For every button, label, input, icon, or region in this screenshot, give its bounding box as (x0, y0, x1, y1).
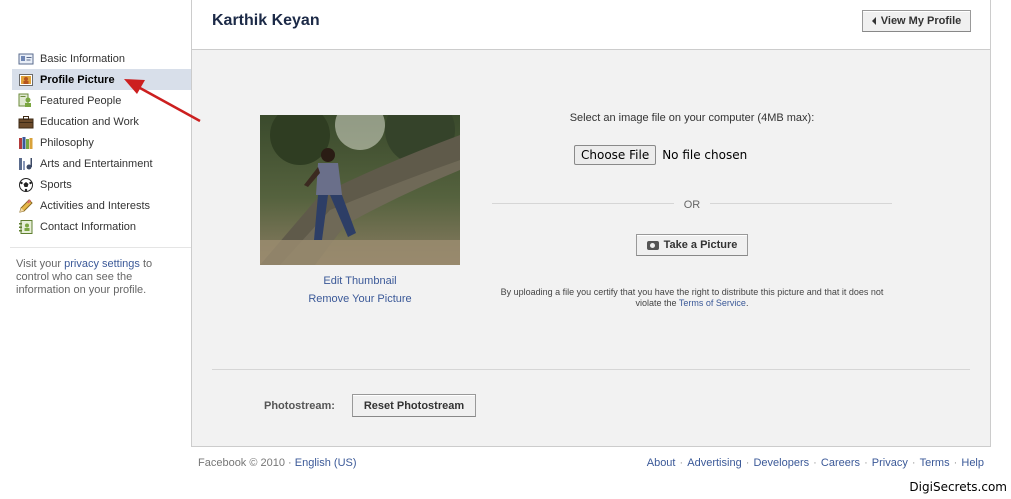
sidebar-item-label: Sports (40, 178, 72, 191)
profile-photo (260, 115, 460, 265)
or-divider-left (492, 203, 674, 204)
sidebar-item-contact-information[interactable]: Contact Information (10, 216, 191, 237)
sidebar-divider (10, 247, 191, 248)
take-picture-button[interactable]: Take a Picture (636, 234, 748, 256)
picture-icon (18, 72, 34, 88)
footer-link-terms[interactable]: Terms (920, 457, 950, 469)
terms-of-service-link[interactable]: Terms of Service (679, 298, 746, 308)
edit-thumbnail-link[interactable]: Edit Thumbnail (323, 275, 396, 287)
sidebar-item-label: Featured People (40, 94, 122, 107)
upload-instructions: Select an image file on your computer (4… (569, 112, 815, 124)
pencil-icon (18, 198, 34, 214)
footer-link-privacy[interactable]: Privacy (872, 457, 908, 469)
people-icon (18, 93, 34, 109)
sidebar-item-sports[interactable]: Sports (10, 174, 191, 195)
sidebar-item-basic-information[interactable]: Basic Information (10, 48, 191, 69)
page-title: Karthik Keyan (212, 12, 320, 29)
caret-left-icon (871, 17, 876, 25)
sidebar-item-label: Philosophy (40, 136, 94, 149)
sidebar-item-profile-picture[interactable]: Profile Picture (12, 69, 191, 90)
footer-link-developers[interactable]: Developers (753, 457, 809, 469)
sidebar-item-education-and-work[interactable]: Education and Work (10, 111, 191, 132)
camera-icon (646, 240, 659, 250)
sidebar-item-label: Activities and Interests (40, 199, 151, 212)
main-header: Karthik Keyan View My Profile (192, 0, 990, 50)
sidebar-item-label: Education and Work (40, 115, 139, 128)
or-divider-right (710, 203, 892, 204)
photostream-label: Photostream: (264, 400, 335, 412)
footer-links: About · Advertising · Developers · Caree… (646, 457, 984, 469)
sidebar-item-activities-and-interests[interactable]: Activities and Interests (10, 195, 191, 216)
no-file-chosen-label: No file chosen (662, 148, 748, 162)
remove-picture-link[interactable]: Remove Your Picture (308, 293, 411, 305)
privacy-note: Visit your privacy settings to control w… (16, 258, 153, 296)
books-icon (18, 135, 34, 151)
privacy-settings-link[interactable]: privacy settings (64, 258, 140, 270)
view-my-profile-button[interactable]: View My Profile (862, 10, 971, 32)
sidebar-item-label: Arts and Entertainment (40, 157, 153, 170)
footer-link-advertising[interactable]: Advertising (687, 457, 741, 469)
reset-photostream-button[interactable]: Reset Photostream (352, 394, 476, 417)
sidebar-item-label: Profile Picture (40, 73, 115, 86)
id-card-icon (18, 51, 34, 67)
choose-file-button[interactable]: Choose File (574, 145, 657, 165)
footer-copyright: Facebook © 2010 · English (US) (198, 457, 357, 469)
file-picker: Choose File No file chosen (574, 145, 747, 165)
footer-link-about[interactable]: About (647, 457, 676, 469)
footer-link-help[interactable]: Help (961, 457, 984, 469)
language-link[interactable]: English (US) (295, 457, 357, 469)
contact-icon (18, 219, 34, 235)
upload-disclaimer: By uploading a file you certify that you… (500, 287, 884, 308)
sidebar-item-arts-and-entertainment[interactable]: Arts and Entertainment (10, 153, 191, 174)
sidebar-item-featured-people[interactable]: Featured People (10, 90, 191, 111)
watermark: DigiSecrets.com (909, 480, 1007, 494)
sidebar: Basic Information Profile Picture Featur… (10, 48, 191, 297)
section-divider (212, 369, 970, 370)
soccer-ball-icon (18, 177, 34, 193)
footer-link-careers[interactable]: Careers (821, 457, 860, 469)
sidebar-item-label: Contact Information (40, 220, 136, 233)
thumbnail-links: Edit Thumbnail Remove Your Picture (260, 272, 460, 308)
sidebar-item-philosophy[interactable]: Philosophy (10, 132, 191, 153)
sidebar-item-label: Basic Information (40, 52, 125, 65)
view-my-profile-label: View My Profile (880, 15, 962, 27)
or-label: OR (683, 199, 701, 211)
main-panel: Karthik Keyan View My Profile Edit Thumb… (191, 0, 991, 447)
take-picture-label: Take a Picture (663, 239, 738, 251)
music-icon (18, 156, 34, 172)
briefcase-icon (18, 114, 34, 130)
